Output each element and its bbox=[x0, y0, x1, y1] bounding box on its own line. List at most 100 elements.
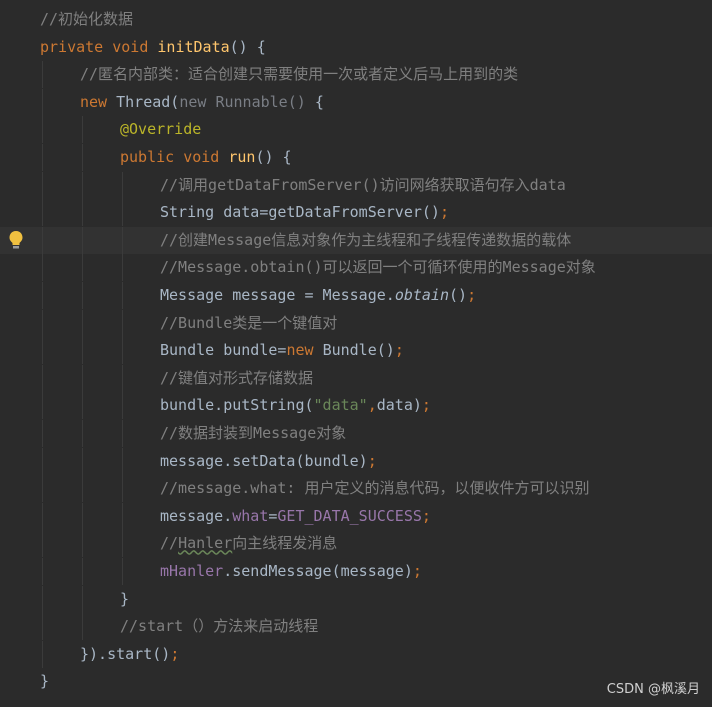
indent-guide bbox=[42, 640, 43, 668]
code-token: Bundle() bbox=[322, 341, 395, 360]
indent-guide bbox=[42, 88, 43, 116]
indent-guide bbox=[82, 420, 83, 447]
code-line[interactable]: bundle.putString("data",data); bbox=[0, 392, 712, 420]
indent-guide bbox=[122, 282, 123, 309]
code-text: mHanler.sendMessage(message); bbox=[160, 558, 422, 585]
code-text: new Thread(new Runnable() { bbox=[80, 89, 324, 116]
code-line[interactable]: mHanler.sendMessage(message); bbox=[0, 558, 712, 585]
code-token: () bbox=[449, 286, 468, 304]
code-line[interactable]: } bbox=[0, 668, 712, 695]
code-token: initData bbox=[157, 37, 230, 56]
code-line[interactable]: }).start(); bbox=[0, 640, 712, 668]
lightbulb-icon[interactable] bbox=[8, 230, 24, 250]
indent-guide bbox=[42, 392, 43, 420]
code-token: //键值对形式存储数据 bbox=[160, 368, 314, 387]
code-line[interactable]: Message message = Message.obtain(); bbox=[0, 282, 712, 309]
code-token: void bbox=[183, 148, 229, 166]
indent-guide bbox=[42, 116, 43, 144]
code-text: @Override bbox=[120, 116, 201, 143]
indent-guide bbox=[122, 558, 123, 585]
code-token: .sendMessage(message) bbox=[223, 562, 413, 580]
code-line[interactable]: String data=getDataFromServer(); bbox=[0, 199, 712, 227]
code-line[interactable]: public void run() { bbox=[0, 144, 712, 171]
code-text: //调用getDataFromServer()访问网络获取语句存入data bbox=[160, 172, 566, 199]
indent-guide bbox=[82, 364, 83, 392]
indent-guide bbox=[42, 254, 43, 282]
code-text: //Message.obtain()可以返回一个可循环使用的Message对象 bbox=[160, 254, 596, 281]
code-text: message.setData(bundle); bbox=[160, 448, 377, 475]
indent-guide bbox=[42, 61, 43, 89]
code-line[interactable]: //数据封装到Message对象 bbox=[0, 420, 712, 447]
indent-guide bbox=[122, 502, 123, 530]
code-token: ; bbox=[421, 396, 431, 415]
code-line[interactable]: new Thread(new Runnable() { bbox=[0, 88, 712, 116]
indent-guide bbox=[42, 282, 43, 309]
indent-guide bbox=[122, 199, 123, 227]
indent-guide bbox=[82, 502, 83, 530]
indent-guide bbox=[42, 364, 43, 392]
code-line[interactable]: //Message.obtain()可以返回一个可循环使用的Message对象 bbox=[0, 254, 712, 282]
code-line[interactable]: private void initData() { bbox=[0, 34, 712, 61]
code-token: () { bbox=[229, 37, 266, 56]
code-text: //Hanler向主线程发消息 bbox=[160, 530, 337, 557]
indent-guide bbox=[42, 144, 43, 171]
code-token: obtain bbox=[394, 286, 449, 304]
indent-guide bbox=[122, 254, 123, 282]
code-token: //Message.obtain()可以返回一个可循环使用的Message对象 bbox=[160, 258, 596, 277]
indent-guide bbox=[82, 309, 83, 337]
code-line[interactable]: //匿名内部类：适合创建只需要使用一次或者定义后马上用到的类 bbox=[0, 61, 712, 89]
code-line[interactable]: //Bundle类是一个键值对 bbox=[0, 309, 712, 337]
code-line[interactable]: //创建Message信息对象作为主线程和子线程传递数据的载体 bbox=[0, 226, 712, 254]
indent-guide bbox=[122, 364, 123, 392]
indent-guide bbox=[42, 199, 43, 227]
code-token: //数据封装到Message对象 bbox=[160, 424, 347, 442]
code-token: //message.what: 用户定义的消息代码，以便收件方可以识别 bbox=[160, 479, 590, 498]
indent-guide bbox=[42, 502, 43, 530]
indent-guide bbox=[82, 613, 83, 641]
indent-guide bbox=[122, 226, 123, 254]
code-token: @Override bbox=[120, 120, 202, 139]
code-token: new bbox=[286, 341, 323, 360]
code-line[interactable]: //Hanler向主线程发消息 bbox=[0, 530, 712, 558]
indent-guide bbox=[122, 392, 123, 420]
indent-guide bbox=[42, 530, 43, 558]
indent-guide bbox=[82, 585, 83, 613]
code-line[interactable]: Bundle bundle=new Bundle(); bbox=[0, 337, 712, 365]
code-text: public void run() { bbox=[120, 144, 292, 171]
code-line[interactable]: //message.what: 用户定义的消息代码，以便收件方可以识别 bbox=[0, 475, 712, 503]
code-token: //匿名内部类：适合创建只需要使用一次或者定义后马上用到的类 bbox=[80, 65, 519, 84]
code-line[interactable]: //调用getDataFromServer()访问网络获取语句存入data bbox=[0, 171, 712, 199]
code-text: message.what=GET_DATA_SUCCESS; bbox=[160, 503, 431, 530]
code-token: String data=getDataFromServer() bbox=[160, 203, 440, 222]
code-line[interactable]: @Override bbox=[0, 116, 712, 144]
code-token: new bbox=[80, 92, 117, 111]
code-token: "data" bbox=[313, 396, 368, 415]
code-line[interactable]: message.setData(bundle); bbox=[0, 447, 712, 475]
code-token: ; bbox=[367, 451, 377, 470]
code-editor[interactable]: //初始化数据 private void initData() { //匿名内部类：… bbox=[0, 0, 712, 707]
code-line[interactable]: message.what=GET_DATA_SUCCESS; bbox=[0, 502, 712, 530]
code-token: what bbox=[232, 506, 269, 525]
code-token: mHanler bbox=[160, 562, 224, 580]
code-line[interactable]: //键值对形式存储数据 bbox=[0, 364, 712, 392]
indent-guide bbox=[42, 613, 43, 641]
code-line[interactable]: //初始化数据 bbox=[0, 6, 712, 33]
code-token: //start（）方法来启动线程 bbox=[120, 617, 319, 636]
code-line[interactable]: } bbox=[0, 585, 712, 613]
code-token: // bbox=[160, 534, 179, 553]
indent-guide bbox=[122, 530, 123, 558]
indent-guide bbox=[82, 475, 83, 503]
indent-guide bbox=[82, 530, 83, 558]
indent-guide bbox=[82, 392, 83, 420]
code-token: 向主线程发消息 bbox=[232, 534, 338, 553]
indent-guide bbox=[42, 558, 43, 585]
code-token: void bbox=[112, 37, 158, 56]
code-token: ; bbox=[412, 562, 422, 580]
code-text: bundle.putString("data",data); bbox=[160, 392, 431, 419]
indent-guide bbox=[82, 226, 83, 254]
code-token: message.setData(bundle) bbox=[160, 451, 368, 470]
code-line[interactable]: //start（）方法来启动线程 bbox=[0, 613, 712, 641]
code-token: new Runnable() bbox=[179, 92, 315, 111]
code-token: ; bbox=[467, 286, 477, 304]
code-token: Message message = Message. bbox=[160, 286, 395, 304]
